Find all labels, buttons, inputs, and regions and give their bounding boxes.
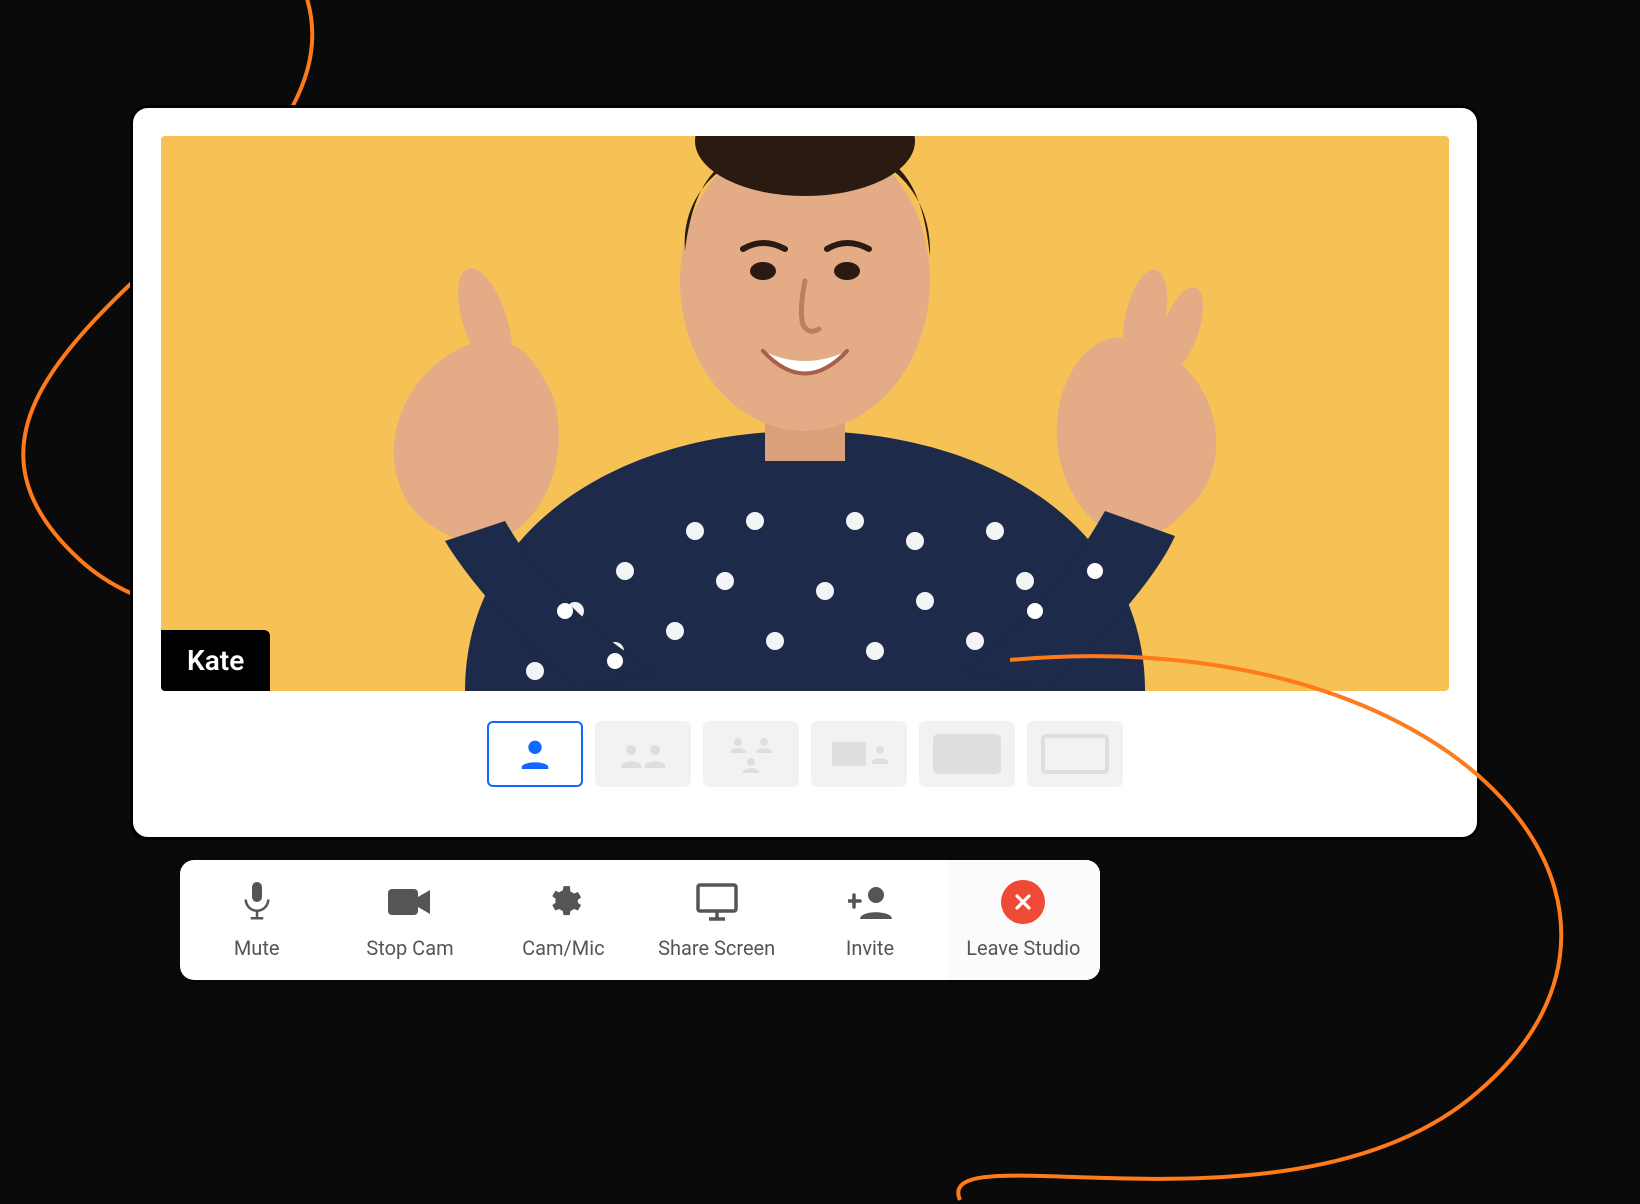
participant-name-text: Kate [187,644,244,677]
participant-illustration [315,136,1295,691]
stop-cam-label: Stop Cam [366,936,453,960]
share-screen-button[interactable]: Share Screen [640,860,793,980]
microphone-icon [242,882,272,922]
stop-cam-button[interactable]: Stop Cam [333,860,486,980]
studio-window: Kate [130,105,1480,840]
participant-name-tag: Kate [161,630,270,691]
mute-label: Mute [234,936,280,960]
invite-label: Invite [846,936,894,960]
layout-three[interactable] [703,721,799,787]
cam-mic-label: Cam/Mic [522,936,604,960]
layout-selector [161,721,1449,787]
share-screen-label: Share Screen [658,936,775,960]
layout-single[interactable] [487,721,583,787]
camera-icon [388,887,432,917]
layout-screen-with-speaker[interactable] [811,721,907,787]
layout-pip[interactable] [919,721,1015,787]
control-toolbar: Mute Stop Cam Cam/Mic Share Screen [180,860,1100,980]
mute-button[interactable]: Mute [180,860,333,980]
gear-icon [544,883,582,921]
close-icon [1001,880,1045,924]
add-person-icon [848,885,892,919]
leave-studio-button[interactable]: Leave Studio [947,860,1100,980]
layout-two-up[interactable] [595,721,691,787]
cam-mic-button[interactable]: Cam/Mic [487,860,640,980]
layout-fullscreen[interactable] [1027,721,1123,787]
monitor-icon [696,883,738,921]
video-feed: Kate [161,136,1449,691]
invite-button[interactable]: Invite [793,860,946,980]
leave-studio-label: Leave Studio [966,936,1080,960]
